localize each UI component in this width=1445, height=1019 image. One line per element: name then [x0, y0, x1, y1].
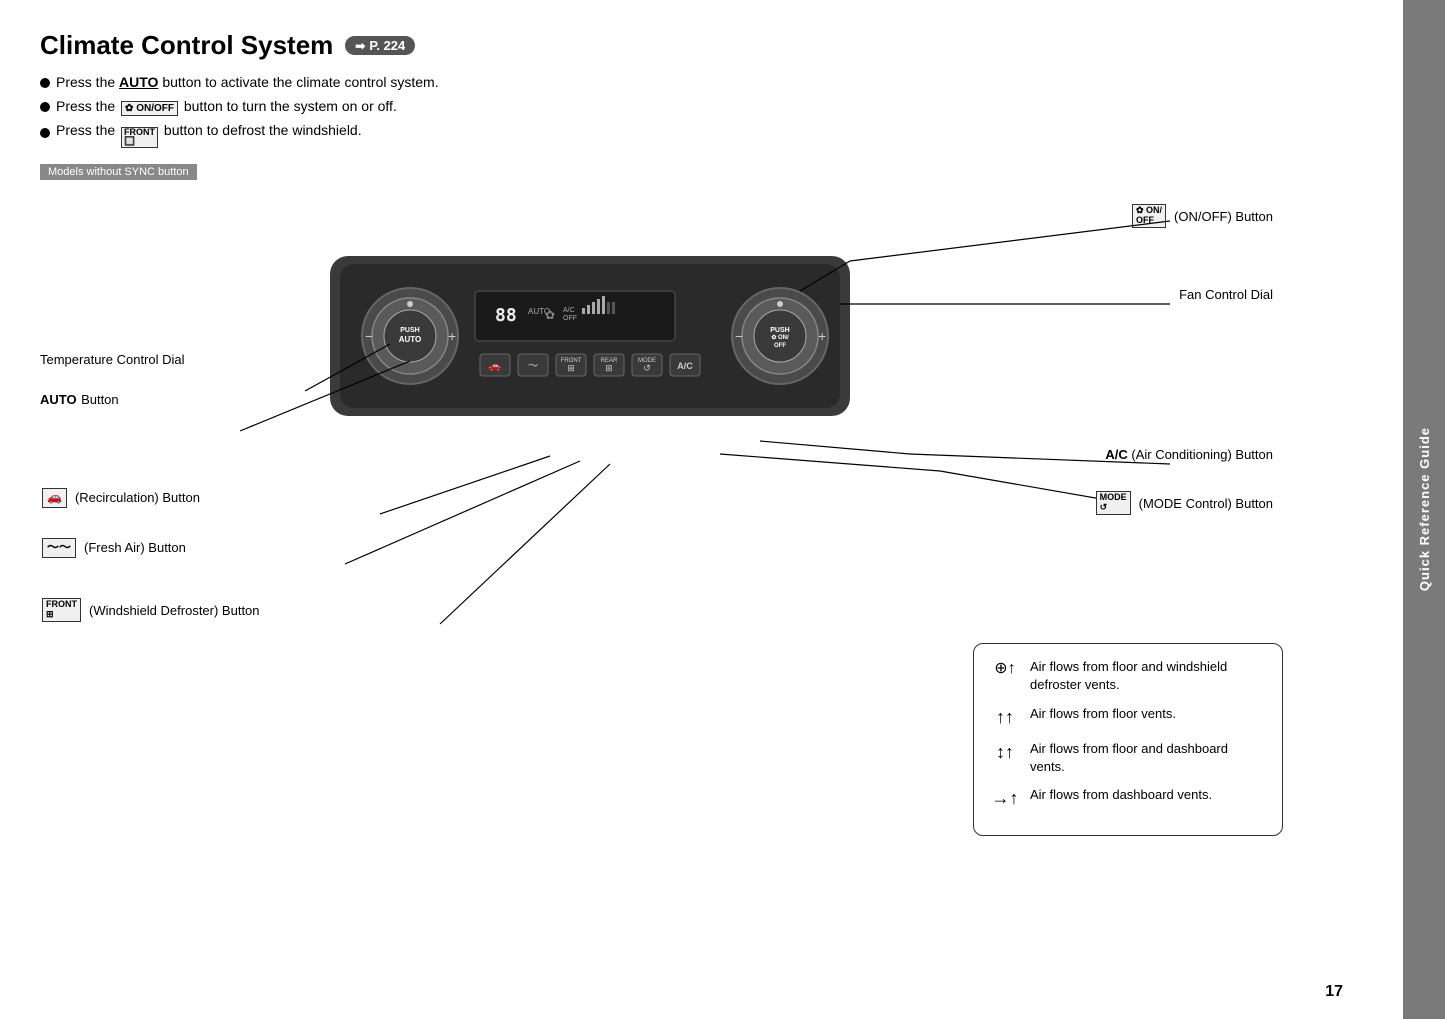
windshield-label: (Windshield Defroster) Button [89, 603, 260, 618]
sidebar: Quick Reference Guide [1403, 0, 1445, 1019]
bullet-icon [40, 102, 50, 112]
intro-bullet-3: Press the FRONT🔲 button to defrost the w… [40, 119, 1363, 149]
climate-panel: PUSH AUTO 88 AUTO ✿ A/C OFF [320, 236, 860, 436]
callout-text-4: Air flows from dashboard vents. [1030, 786, 1212, 804]
ac-btn-label: A/C (Air Conditioning) Button [1105, 447, 1273, 462]
fan-ctrl-label-area: Fan Control Dial [1179, 286, 1273, 304]
on-off-btn-label-area: ✿ ON/OFF (ON/OFF) Button [1130, 204, 1273, 228]
svg-text:✿: ✿ [545, 308, 555, 322]
ac-btn-label-area: A/C (Air Conditioning) Button [1105, 446, 1273, 464]
svg-text:A/C: A/C [677, 361, 693, 371]
on-off-btn-label: (ON/OFF) Button [1174, 209, 1273, 224]
svg-text:↺: ↺ [643, 363, 651, 373]
svg-text:〜: 〜 [528, 361, 538, 372]
page-ref-badge: ➡ P. 224 [345, 36, 415, 55]
svg-text:OFF: OFF [774, 343, 786, 349]
intro-bullet-2: Press the ✿ ON/OFF button to turn the sy… [40, 95, 1363, 119]
svg-text:A/C: A/C [563, 307, 575, 314]
intro-bullet-1: Press the AUTO button to activate the cl… [40, 71, 1363, 95]
callout-row-3: ↕↑ Air flows from floor and dashboard ve… [990, 740, 1266, 776]
svg-text:⊞: ⊞ [567, 363, 575, 373]
svg-text:🚗: 🚗 [489, 361, 501, 372]
front-inline-btn: FRONT🔲 [121, 127, 158, 149]
main-content: Climate Control System ➡ P. 224 Press th… [0, 0, 1403, 1019]
svg-text:−: − [735, 328, 743, 344]
fan-ctrl-label: Fan Control Dial [1179, 287, 1273, 302]
mode-btn-icon: MODE↺ [1096, 491, 1131, 515]
svg-text:PUSH: PUSH [770, 327, 789, 334]
callout-text-1: Air flows from floor and windshield defr… [1030, 658, 1266, 694]
sidebar-label: Quick Reference Guide [1417, 427, 1432, 591]
auto-btn-label: AUTO [40, 392, 77, 407]
svg-text:PUSH: PUSH [400, 327, 419, 334]
svg-text:AUTO: AUTO [399, 335, 422, 344]
mode-btn-label: (MODE Control) Button [1139, 496, 1273, 511]
callout-box: ⊕↑ Air flows from floor and windshield d… [973, 643, 1283, 836]
callout-icon-1: ⊕↑ [990, 658, 1020, 680]
svg-text:⊞: ⊞ [605, 363, 613, 373]
intro-list: Press the AUTO button to activate the cl… [40, 71, 1363, 148]
recirc-label: (Recirculation) Button [75, 490, 200, 505]
page-title: Climate Control System [40, 30, 333, 61]
svg-text:✿ ON/: ✿ ON/ [771, 334, 789, 341]
on-off-btn-icon: ✿ ON/OFF [1132, 204, 1166, 228]
bullet-icon [40, 128, 50, 138]
mode-btn-label-area: MODE↺ (MODE Control) Button [1094, 491, 1273, 515]
auto-btn-label-area: AUTO Button [40, 391, 119, 409]
windshield-label-area: FRONT⊞ (Windshield Defroster) Button [40, 598, 260, 622]
bullet-3-text: Press the FRONT🔲 button to defrost the w… [56, 119, 362, 149]
svg-text:+: + [818, 328, 826, 344]
page-number: 17 [1325, 983, 1343, 1001]
svg-text:88: 88 [495, 305, 517, 326]
bullet-1-text: Press the AUTO button to activate the cl… [56, 71, 439, 95]
windshield-btn-icon: FRONT⊞ [42, 598, 81, 622]
temp-ctrl-label: Temperature Control Dial [40, 352, 185, 367]
on-off-inline-btn: ✿ ON/OFF [121, 101, 178, 116]
bullet-icon [40, 78, 50, 88]
fresh-air-label: (Fresh Air) Button [84, 540, 186, 555]
callout-text-2: Air flows from floor vents. [1030, 705, 1176, 723]
callout-icon-4: →↑ [990, 786, 1020, 811]
svg-text:+: + [448, 328, 456, 344]
callout-icon-2: ↑↑ [990, 705, 1020, 730]
panel-svg: PUSH AUTO 88 AUTO ✿ A/C OFF [320, 236, 860, 436]
temp-ctrl-label-area: Temperature Control Dial [40, 351, 185, 369]
recirc-btn-icon: 🚗 [42, 488, 67, 507]
callout-icon-3: ↕↑ [990, 740, 1020, 765]
auto-bold-label: AUTO [119, 74, 158, 90]
arrow-icon: ➡ [355, 39, 365, 53]
svg-text:−: − [365, 328, 373, 344]
svg-text:OFF: OFF [563, 315, 577, 322]
callout-row-4: →↑ Air flows from dashboard vents. [990, 786, 1266, 811]
callout-text-3: Air flows from floor and dashboard vents… [1030, 740, 1266, 776]
diagram-area: PUSH AUTO 88 AUTO ✿ A/C OFF [40, 196, 1363, 896]
fresh-air-label-area: 〜〜 (Fresh Air) Button [40, 538, 186, 557]
recirc-label-area: 🚗 (Recirculation) Button [40, 488, 200, 507]
bullet-2-text: Press the ✿ ON/OFF button to turn the sy… [56, 95, 397, 119]
callout-row-2: ↑↑ Air flows from floor vents. [990, 705, 1266, 730]
models-badge: Models without SYNC button [40, 164, 197, 180]
page-ref-label: P. 224 [369, 38, 405, 53]
callout-row-1: ⊕↑ Air flows from floor and windshield d… [990, 658, 1266, 694]
fresh-air-btn-icon: 〜〜 [42, 538, 76, 557]
page-title-row: Climate Control System ➡ P. 224 [40, 30, 1363, 61]
